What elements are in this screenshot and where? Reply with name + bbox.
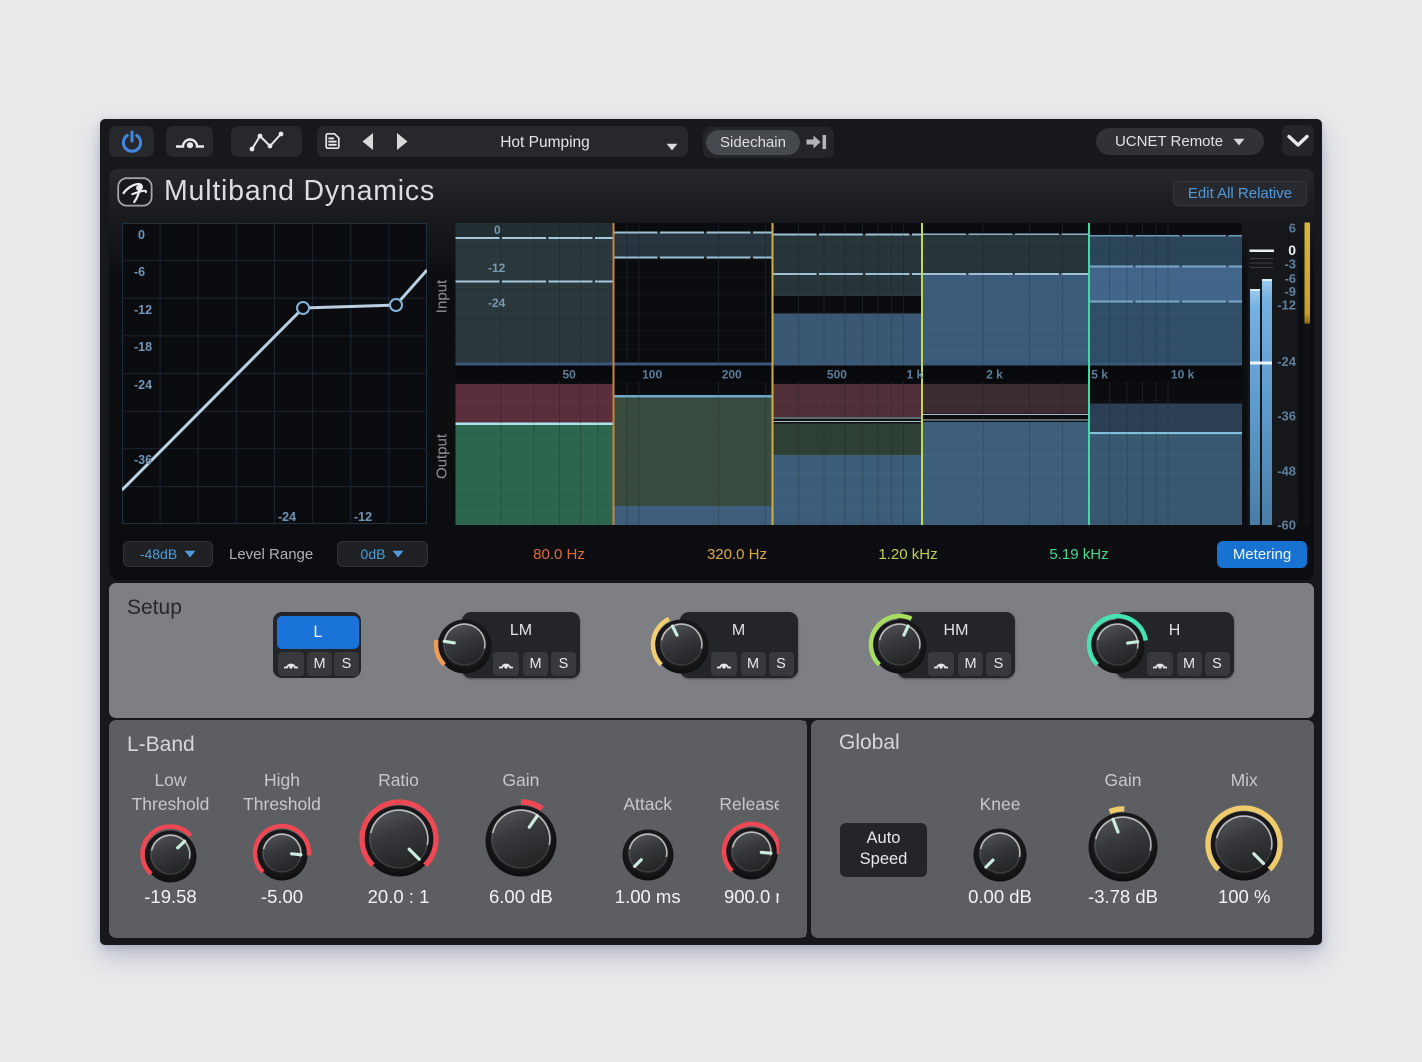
- svg-text:-12: -12: [354, 510, 372, 524]
- svg-text:-3: -3: [1284, 256, 1296, 271]
- svg-text:-36: -36: [134, 453, 152, 467]
- svg-text:-24: -24: [1277, 354, 1297, 369]
- svg-text:-24: -24: [278, 510, 296, 524]
- svg-text:10 k: 10 k: [1171, 368, 1195, 382]
- svg-text:-24: -24: [134, 378, 152, 392]
- svg-text:0: 0: [1288, 242, 1296, 258]
- svg-text:200: 200: [722, 368, 742, 382]
- svg-text:0: 0: [138, 228, 145, 242]
- svg-text:6: 6: [1289, 221, 1296, 236]
- svg-text:2 k: 2 k: [986, 368, 1003, 382]
- svg-text:0: 0: [494, 223, 501, 237]
- svg-text:1 k: 1 k: [907, 368, 924, 382]
- svg-text:100: 100: [642, 368, 662, 382]
- svg-text:-12: -12: [488, 261, 506, 275]
- svg-text:-12: -12: [134, 303, 152, 317]
- svg-text:-6: -6: [134, 265, 145, 279]
- svg-text:50: 50: [563, 368, 577, 382]
- svg-text:-36: -36: [1277, 409, 1296, 424]
- svg-text:5 k: 5 k: [1091, 368, 1108, 382]
- svg-text:-12: -12: [1277, 297, 1296, 312]
- svg-text:-48: -48: [1277, 464, 1296, 479]
- svg-text:500: 500: [827, 368, 847, 382]
- svg-text:-60: -60: [1277, 518, 1296, 531]
- svg-text:-24: -24: [488, 296, 506, 310]
- svg-text:-18: -18: [134, 340, 152, 354]
